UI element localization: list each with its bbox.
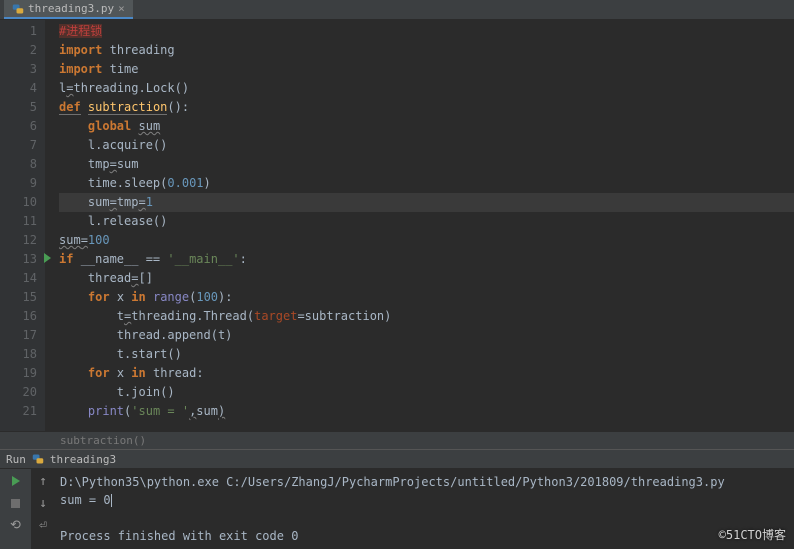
console-toolbar: ↑ ↓ ⏎ xyxy=(32,469,54,549)
python-file-icon xyxy=(32,453,44,465)
code-line: print('sum = ',sum) xyxy=(59,402,794,421)
line-number: 19 xyxy=(0,364,37,383)
line-number: 11 xyxy=(0,212,37,231)
line-number: 13 xyxy=(0,250,37,269)
soft-wrap-icon[interactable]: ⏎ xyxy=(35,517,51,533)
scroll-down-icon[interactable]: ↓ xyxy=(35,495,51,511)
run-tool-window-header[interactable]: Run threading3 xyxy=(0,449,794,469)
code-line: import threading xyxy=(59,41,794,60)
console-output-line: sum = 0 xyxy=(60,491,788,509)
code-area[interactable]: #进程锁 import threading import time l=thre… xyxy=(45,20,794,431)
line-number: 9 xyxy=(0,174,37,193)
code-line: if __name__ == '__main__': xyxy=(59,250,794,269)
code-line: thread=[] xyxy=(59,269,794,288)
line-number: 12 xyxy=(0,231,37,250)
line-number: 5 xyxy=(0,98,37,117)
watermark: ©51CTO博客 xyxy=(719,526,786,543)
code-line: time.sleep(0.001) xyxy=(59,174,794,193)
code-line: t=threading.Thread(target=subtraction) xyxy=(59,307,794,326)
line-number: 21 xyxy=(0,402,37,421)
line-number: 4 xyxy=(0,79,37,98)
line-number: 14 xyxy=(0,269,37,288)
line-number: 17 xyxy=(0,326,37,345)
run-label: Run xyxy=(6,453,26,466)
restart-button[interactable]: ⟲ xyxy=(8,517,24,533)
run-tool-window: ⟲ ↑ ↓ ⏎ D:\Python35\python.exe C:/Users/… xyxy=(0,469,794,549)
console-command: D:\Python35\python.exe C:/Users/ZhangJ/P… xyxy=(60,473,788,491)
line-number: 20 xyxy=(0,383,37,402)
code-line: t.start() xyxy=(59,345,794,364)
code-line: import time xyxy=(59,60,794,79)
code-line: thread.append(t) xyxy=(59,326,794,345)
line-number: 6 xyxy=(0,117,37,136)
line-number: 15 xyxy=(0,288,37,307)
code-line: t.join() xyxy=(59,383,794,402)
line-number: 3 xyxy=(0,60,37,79)
code-editor[interactable]: 1 2 3 4 5 6 7 8 9 10 11 12 13 14 15 16 1… xyxy=(0,20,794,431)
line-number: 18 xyxy=(0,345,37,364)
code-line-active: sum=tmp=1 xyxy=(59,193,794,212)
scroll-up-icon[interactable]: ↑ xyxy=(35,473,51,489)
console-blank xyxy=(60,509,788,527)
editor-tab-threading3[interactable]: threading3.py × xyxy=(4,0,133,19)
editor-tab-bar: threading3.py × xyxy=(0,0,794,20)
code-line: def subtraction(): xyxy=(59,98,794,117)
tab-filename: threading3.py xyxy=(28,2,114,15)
line-number: 1 xyxy=(0,22,37,41)
code-line: l=threading.Lock() xyxy=(59,79,794,98)
code-line: sum=100 xyxy=(59,231,794,250)
python-file-icon xyxy=(12,3,24,15)
line-number: 8 xyxy=(0,155,37,174)
run-config-name: threading3 xyxy=(50,453,116,466)
line-number-gutter: 1 2 3 4 5 6 7 8 9 10 11 12 13 14 15 16 1… xyxy=(0,20,45,431)
rerun-button[interactable] xyxy=(8,473,24,489)
console-cursor xyxy=(111,494,112,507)
tab-close-icon[interactable]: × xyxy=(118,2,125,15)
code-line: tmp=sum xyxy=(59,155,794,174)
line-number: 7 xyxy=(0,136,37,155)
run-toolbar: ⟲ xyxy=(0,469,32,549)
code-line: for x in range(100): xyxy=(59,288,794,307)
line-number: 16 xyxy=(0,307,37,326)
code-line: for x in thread: xyxy=(59,364,794,383)
stop-button[interactable] xyxy=(8,495,24,511)
line-number: 2 xyxy=(0,41,37,60)
console-exit-line: Process finished with exit code 0 xyxy=(60,527,788,545)
breadcrumb[interactable]: subtraction() xyxy=(0,431,794,449)
console-output[interactable]: D:\Python35\python.exe C:/Users/ZhangJ/P… xyxy=(54,469,794,549)
code-line: l.release() xyxy=(59,212,794,231)
code-line: l.acquire() xyxy=(59,136,794,155)
line-number: 10 xyxy=(0,193,37,212)
code-line: #进程锁 xyxy=(59,22,794,41)
code-line: global sum xyxy=(59,117,794,136)
